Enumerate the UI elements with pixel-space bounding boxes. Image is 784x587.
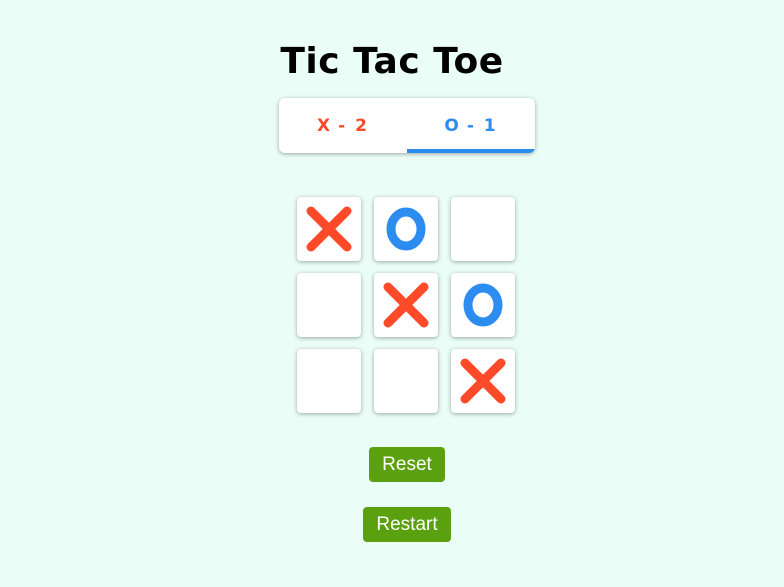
- board-cell[interactable]: [451, 273, 515, 337]
- x-mark-icon: [383, 282, 429, 328]
- game-board: [297, 197, 515, 413]
- x-mark-icon: [306, 206, 352, 252]
- score-x-value: - 2: [338, 115, 369, 136]
- restart-button[interactable]: Restart: [363, 507, 451, 542]
- board-cell[interactable]: [297, 349, 361, 413]
- score-o[interactable]: O - 1: [407, 98, 535, 153]
- board-cell[interactable]: [374, 273, 438, 337]
- board-cell[interactable]: [297, 197, 361, 261]
- score-o-symbol: O: [444, 115, 461, 136]
- o-mark-icon: [463, 283, 503, 327]
- x-mark-icon: [460, 358, 506, 404]
- board-cell[interactable]: [297, 273, 361, 337]
- score-x[interactable]: X - 2: [279, 98, 407, 153]
- score-x-symbol: X: [317, 115, 333, 136]
- reset-button[interactable]: Reset: [369, 447, 445, 482]
- o-mark-icon: [386, 207, 426, 251]
- board-cell[interactable]: [451, 349, 515, 413]
- scoreboard: X - 2 O - 1: [279, 98, 535, 153]
- board-cell[interactable]: [451, 197, 515, 261]
- board-cell[interactable]: [374, 349, 438, 413]
- board-cell[interactable]: [374, 197, 438, 261]
- score-o-value: - 1: [466, 115, 498, 136]
- game-title: Tic Tac Toe: [280, 41, 504, 83]
